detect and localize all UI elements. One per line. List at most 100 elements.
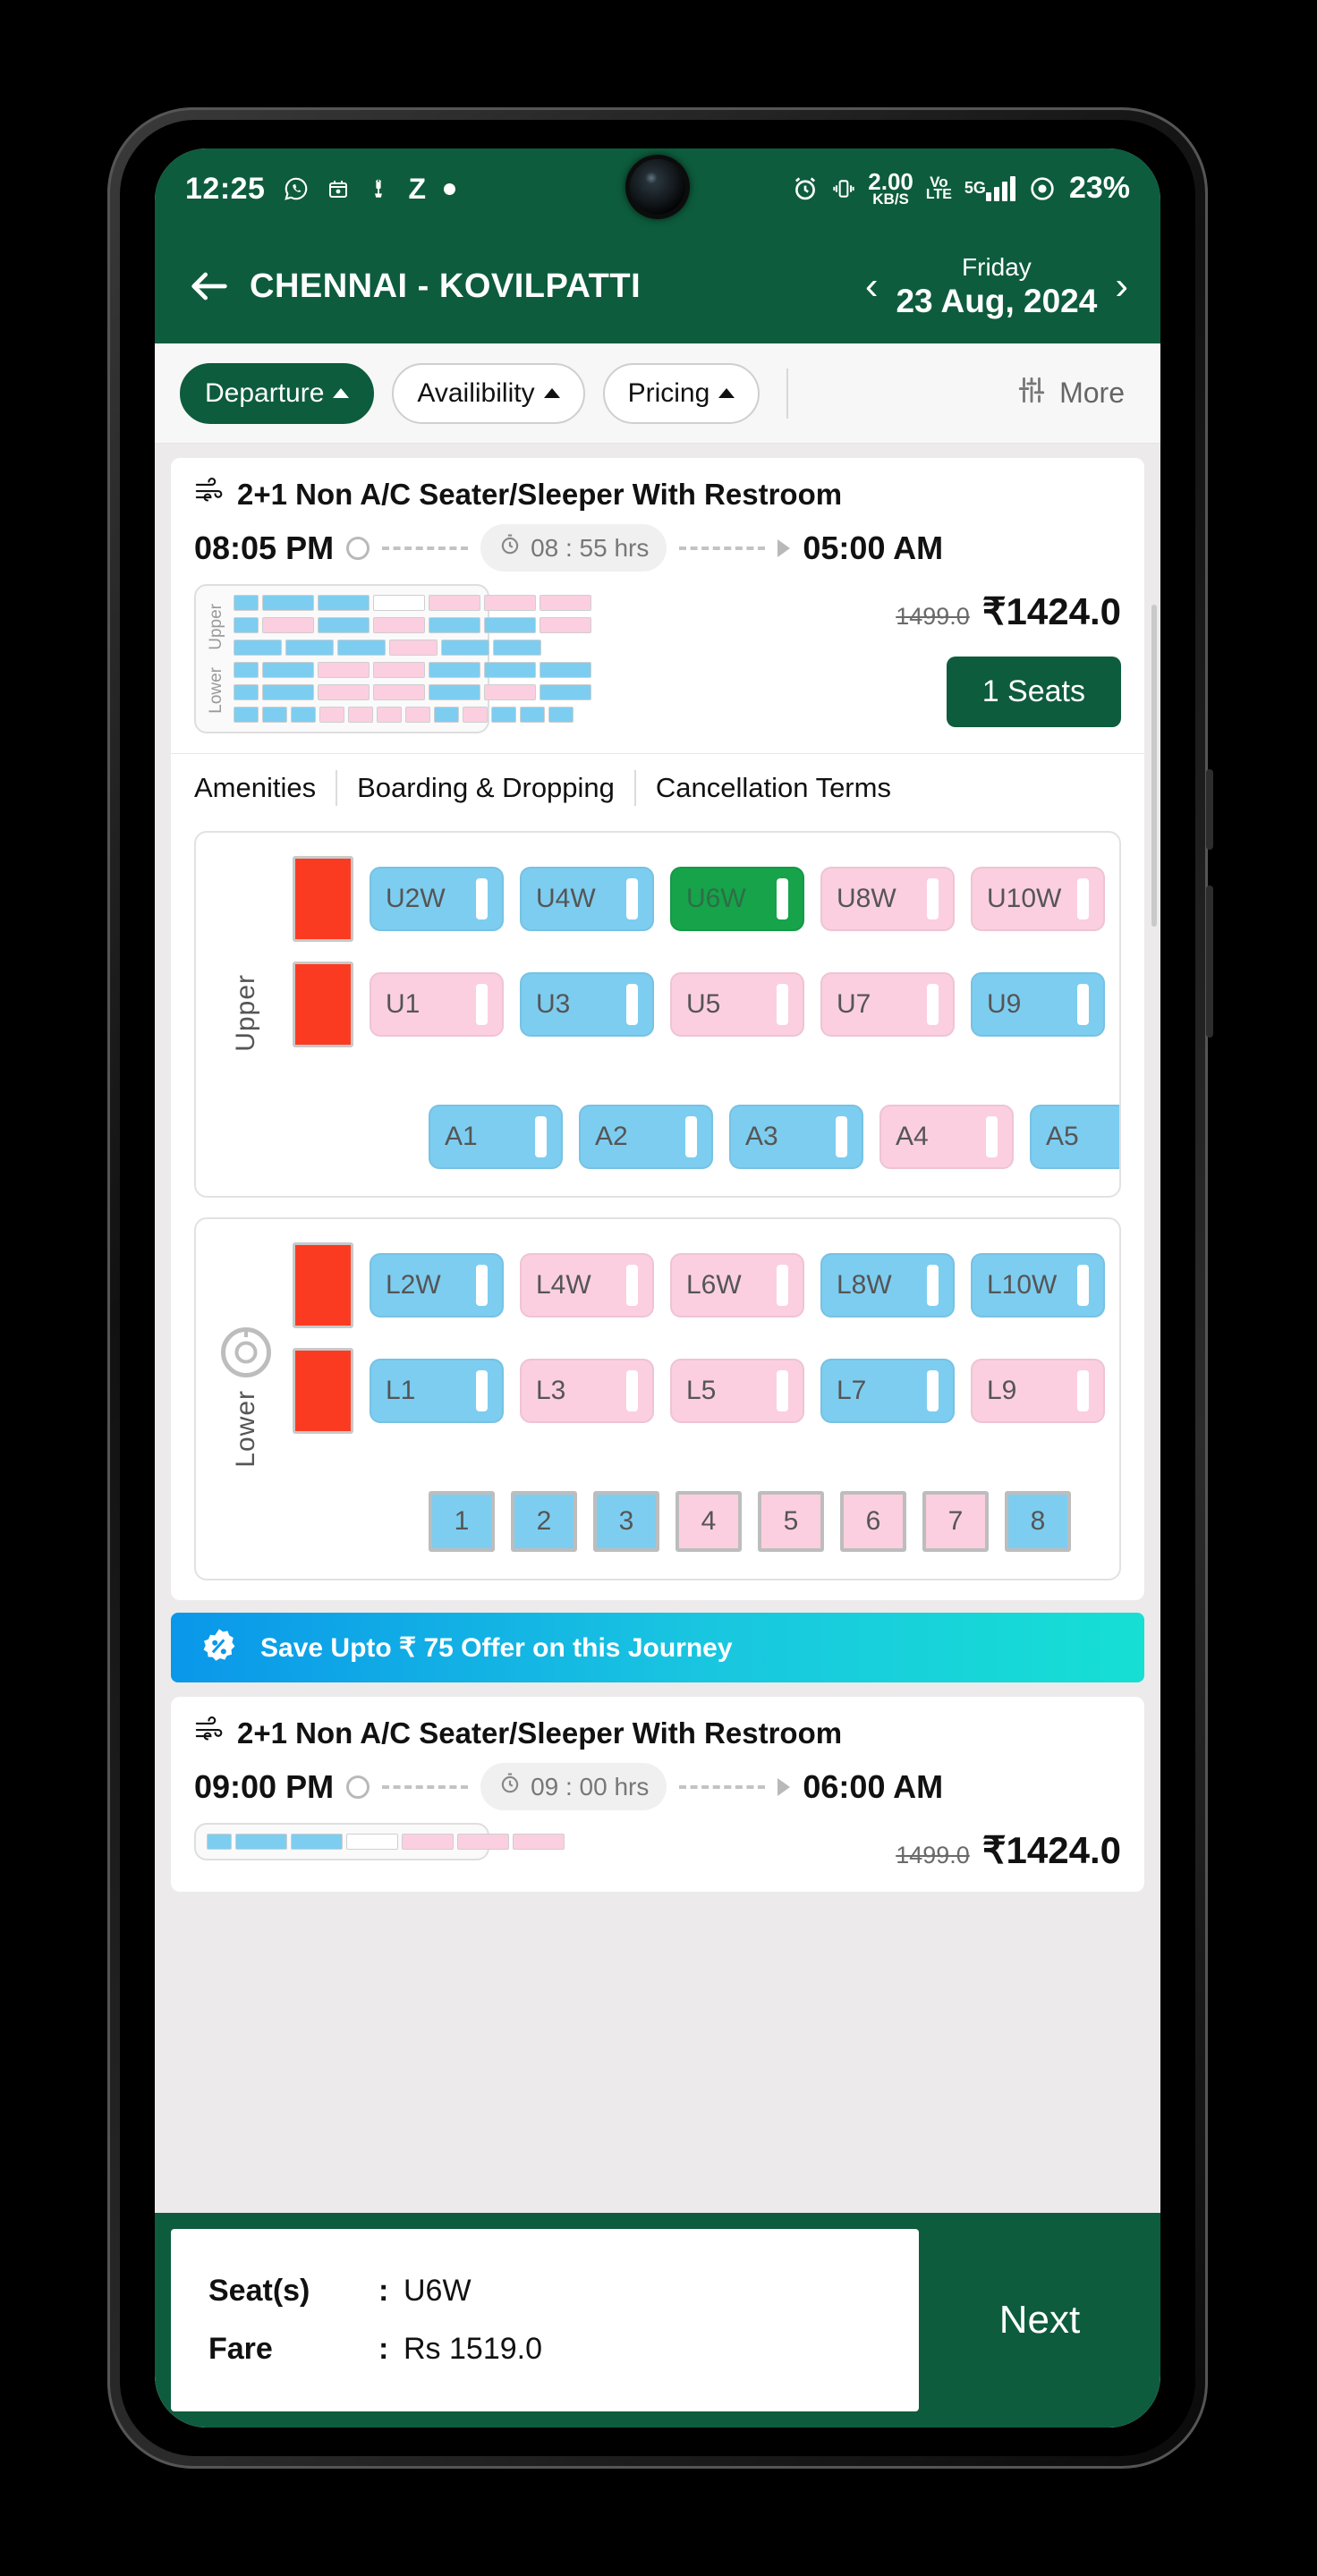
- mini-seat: [285, 640, 334, 656]
- seat-L9[interactable]: L9: [971, 1359, 1105, 1423]
- mini-seat: [463, 707, 488, 723]
- seat-U2W[interactable]: U2W: [370, 867, 504, 931]
- volte-bottom: LTE: [925, 187, 952, 203]
- seat-U8W[interactable]: U8W: [820, 867, 955, 931]
- battery-icon: [1028, 174, 1057, 203]
- mini-seat: [484, 662, 536, 678]
- bus-card[interactable]: 2+1 Non A/C Seater/Sleeper With Restroom…: [171, 458, 1144, 1600]
- seat-1[interactable]: 1: [429, 1491, 495, 1552]
- seat-L4W[interactable]: L4W: [520, 1253, 654, 1318]
- mini-seat: [348, 707, 373, 723]
- upper-deck-panel: Upper U2W U4W U6W U8W U10W U1 U3 U5 U7 U9 A1 A2 A3 A4…: [194, 831, 1121, 1198]
- seat-L6W[interactable]: L6W: [670, 1253, 804, 1318]
- seat-label: L10W: [987, 1270, 1058, 1300]
- mini-seat: [318, 595, 370, 611]
- seat-7[interactable]: 7: [922, 1491, 989, 1552]
- seat-label: U1: [386, 989, 421, 1019]
- seat-L3[interactable]: L3: [520, 1359, 654, 1423]
- date-label: 23 Aug, 2024: [896, 282, 1098, 319]
- mini-seat: [262, 662, 314, 678]
- seat-A3[interactable]: A3: [729, 1105, 863, 1169]
- mini-seat: [262, 617, 314, 633]
- seat-A1[interactable]: A1: [429, 1105, 563, 1169]
- current-price: ₹1424.0: [981, 1829, 1121, 1871]
- seat-U1[interactable]: U1: [370, 972, 504, 1037]
- bus-card[interactable]: 2+1 Non A/C Seater/Sleeper With Restroom…: [171, 1697, 1144, 1892]
- signal-icon: 5G: [964, 175, 1015, 201]
- discount-badge-icon: [198, 1626, 241, 1669]
- filter-departure[interactable]: Departure: [180, 362, 375, 424]
- seat-5[interactable]: 5: [758, 1491, 824, 1552]
- volume-button[interactable]: [1206, 769, 1213, 850]
- seat-U3[interactable]: U3: [520, 972, 654, 1037]
- caret-up-icon: [543, 388, 560, 398]
- departure-time: 09:00 PM: [194, 1767, 335, 1805]
- offer-banner[interactable]: Save Upto ₹ 75 Offer on this Journey: [171, 1613, 1144, 1682]
- seats-summary-row: Seat(s) : U6W: [208, 2274, 919, 2309]
- price-column: 1499.0 ₹1424.0 1 Seats: [896, 584, 1121, 727]
- seat-label: U5: [686, 989, 721, 1019]
- chevron-right-icon[interactable]: ›: [1109, 267, 1134, 306]
- filter-availibility[interactable]: Availibility: [392, 362, 585, 424]
- tab-boarding-dropping[interactable]: Boarding & Dropping: [337, 772, 634, 804]
- seat-U10W[interactable]: U10W: [971, 867, 1105, 931]
- duration-chip: 08 : 55 hrs: [480, 524, 667, 572]
- seat-2[interactable]: 2: [511, 1491, 577, 1552]
- seat-armrest: [685, 1116, 697, 1157]
- mini-seat: [540, 595, 591, 611]
- seats-available-button[interactable]: 1 Seats: [946, 657, 1121, 727]
- seat-U6W[interactable]: U6W: [670, 867, 804, 931]
- seat-U7[interactable]: U7: [820, 972, 955, 1037]
- seat-A2[interactable]: A2: [579, 1105, 713, 1169]
- seat-A4[interactable]: A4: [879, 1105, 1014, 1169]
- mini-seat: [207, 1834, 232, 1850]
- seat-armrest: [626, 878, 638, 919]
- seat-L5[interactable]: L5: [670, 1359, 804, 1423]
- seat-L2W[interactable]: L2W: [370, 1253, 504, 1318]
- old-price: 1499.0: [896, 1842, 970, 1868]
- chevron-left-icon[interactable]: ‹: [860, 267, 884, 306]
- route-dash-right: [679, 546, 766, 550]
- seat-6[interactable]: 6: [840, 1491, 906, 1552]
- results-scroll-area[interactable]: 2+1 Non A/C Seater/Sleeper With Restroom…: [155, 444, 1160, 2428]
- seat-L1[interactable]: L1: [370, 1359, 504, 1423]
- net-speed-indicator: 2.00 KB/S: [868, 170, 913, 208]
- date-display[interactable]: Friday 23 Aug, 2024: [896, 252, 1097, 321]
- filter-pricing[interactable]: Pricing: [602, 362, 760, 424]
- seat-label: U8W: [837, 884, 896, 913]
- seat-3[interactable]: 3: [593, 1491, 659, 1552]
- tab-amenities[interactable]: Amenities: [194, 772, 336, 804]
- seat-L8W[interactable]: L8W: [820, 1253, 955, 1318]
- seat-L10W[interactable]: L10W: [971, 1253, 1105, 1318]
- power-button[interactable]: [1206, 886, 1213, 1038]
- seat-U9[interactable]: U9: [971, 972, 1105, 1037]
- seat-8[interactable]: 8: [1005, 1491, 1071, 1552]
- origin-dot-icon: [346, 536, 370, 560]
- arrival-arrow-icon: [777, 1777, 791, 1796]
- mini-seat: [402, 1834, 454, 1850]
- upper-deck-label: Upper: [231, 973, 260, 1052]
- mini-seat-map[interactable]: [194, 1823, 565, 1860]
- seat-U4W[interactable]: U4W: [520, 867, 654, 931]
- volte-icon: Vo LTE: [925, 174, 952, 203]
- mini-seat: [457, 1834, 509, 1850]
- restroom-icon: [293, 856, 353, 942]
- seat-4[interactable]: 4: [675, 1491, 742, 1552]
- date-selector: ‹ Friday 23 Aug, 2024 ›: [860, 252, 1134, 321]
- dot-icon: [444, 182, 456, 195]
- next-button[interactable]: Next: [919, 2213, 1160, 2428]
- mini-seat-map[interactable]: Upper Lower: [194, 584, 591, 733]
- app-header: CHENNAI - KOVILPATTI ‹ Friday 23 Aug, 20…: [155, 229, 1160, 343]
- mini-seat: [373, 684, 425, 700]
- seat-label: 6: [865, 1506, 881, 1536]
- back-arrow-icon[interactable]: [182, 258, 237, 314]
- tab-cancellation-terms[interactable]: Cancellation Terms: [636, 772, 911, 804]
- seat-L7[interactable]: L7: [820, 1359, 955, 1423]
- scrollbar[interactable]: [1151, 605, 1157, 927]
- restroom-icon: [293, 1242, 353, 1328]
- mini-seat-row: [234, 684, 591, 700]
- more-filters-button[interactable]: More: [1016, 375, 1135, 412]
- seat-U5[interactable]: U5: [670, 972, 804, 1037]
- seat-A5[interactable]: A5: [1030, 1105, 1119, 1169]
- seat-label: U9: [987, 989, 1022, 1019]
